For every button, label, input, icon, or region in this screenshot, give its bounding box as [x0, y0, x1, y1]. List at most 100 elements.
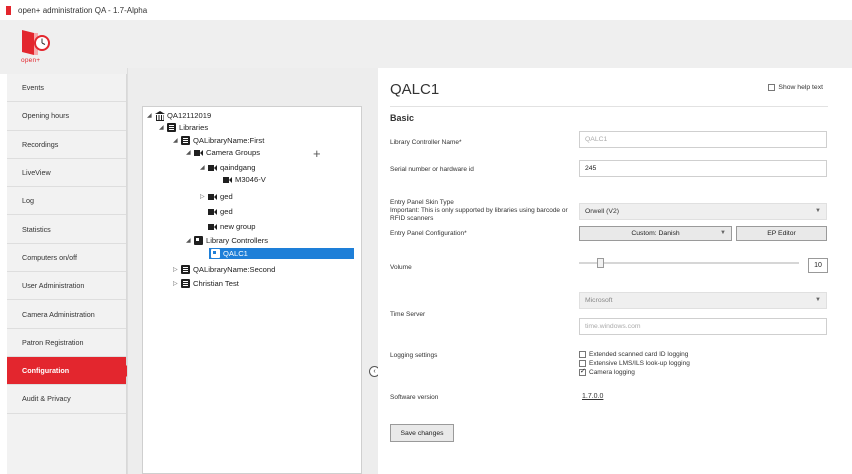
page-title: QALC1: [390, 81, 440, 98]
tree-node-label: new group: [220, 222, 256, 231]
sidebar-item-recordings[interactable]: Recordings: [7, 131, 126, 159]
sidebar-item-computers-on-off[interactable]: Computers on/off: [7, 244, 126, 273]
sidebar-item-patron-registration[interactable]: Patron Registration: [7, 329, 126, 357]
checkbox[interactable]: [579, 351, 586, 358]
tree-panel: ◢ QA12112019 ◢ Libraries ◢ QALibraryName:Fi…: [128, 68, 378, 474]
ep-editor-button[interactable]: EP Editor: [736, 226, 827, 241]
sidebar-item-label: Statistics: [22, 224, 51, 234]
tree-node-library-first[interactable]: ◢ QALibraryName:First: [173, 135, 264, 146]
controller-icon: [211, 249, 220, 258]
tree-node-label: ged: [220, 192, 233, 201]
sidebar-nav: Events Opening hours Recordings LiveView…: [7, 74, 132, 474]
logging-option-label: Extended scanned card ID logging: [589, 351, 689, 358]
sidebar-item-camera-administration[interactable]: Camera Administration: [7, 300, 126, 329]
logging-option-label: Camera logging: [589, 369, 635, 376]
logging-option-lms-lookup[interactable]: Extensive LMS/ILS look-up logging: [579, 359, 690, 368]
tree-node-label: Library Controllers: [206, 236, 269, 245]
tree-node-label: M3046-V: [235, 175, 266, 184]
tree-node-label: Libraries: [179, 123, 209, 132]
header-divider: [390, 106, 828, 107]
time-server-select[interactable]: Microsoft ▼: [579, 292, 827, 309]
sidebar-item-audit-privacy[interactable]: Audit & Privacy: [7, 385, 126, 414]
sidebar-item-configuration[interactable]: Configuration: [7, 356, 132, 386]
building-icon: [155, 111, 165, 121]
camera-group-icon: [208, 207, 217, 216]
software-version-label: Software version: [390, 394, 439, 401]
time-server-label: Time Server: [390, 311, 426, 318]
controller-icon: [194, 236, 203, 245]
camera-icon: [223, 175, 232, 184]
show-help-label: Show help text: [778, 84, 823, 91]
logging-settings-label: Logging settings: [390, 352, 438, 359]
tree-node-christian-test[interactable]: ▷ Christian Test: [173, 278, 239, 289]
collapsed-icon[interactable]: ▷: [200, 193, 208, 200]
expanded-icon[interactable]: ◢: [173, 137, 181, 144]
save-changes-button[interactable]: Save changes: [390, 424, 454, 442]
serial-label: Serial number or hardware id: [390, 166, 474, 173]
expanded-icon[interactable]: ◢: [186, 237, 194, 244]
controller-name-input[interactable]: QALC1: [579, 131, 827, 148]
camera-group-icon: [208, 163, 217, 172]
tree-node-label: ged: [220, 207, 233, 216]
sidebar-item-events[interactable]: Events: [7, 74, 126, 103]
tree-node-m3046-v[interactable]: M3046-V: [223, 174, 266, 185]
logging-option-camera[interactable]: Camera logging: [579, 367, 690, 377]
sidebar-item-label: Computers on/off: [22, 252, 78, 262]
tree-node-ged[interactable]: ged: [208, 206, 233, 217]
show-help-toggle[interactable]: Show help text: [768, 84, 823, 91]
checkbox-checked[interactable]: [579, 367, 586, 376]
skin-type-select[interactable]: Orwell (V2) ▼: [579, 203, 827, 220]
sidebar-item-label: Events: [22, 83, 44, 93]
expanded-icon[interactable]: ◢: [186, 149, 194, 156]
serial-input[interactable]: 245: [579, 160, 827, 177]
collapsed-icon[interactable]: ▷: [173, 280, 181, 287]
tree-node-root[interactable]: ◢ QA12112019: [147, 110, 211, 121]
volume-label: Volume: [390, 264, 412, 271]
sidebar-item-liveview[interactable]: LiveView: [7, 159, 126, 188]
tree-node-label: QALibraryName:Second: [193, 265, 276, 274]
door-clock-icon: [22, 30, 50, 55]
expanded-icon[interactable]: ◢: [159, 124, 167, 131]
sidebar-item-opening-hours[interactable]: Opening hours: [7, 102, 126, 131]
panel-config-label: Entry Panel Configuration*: [390, 230, 467, 237]
panel-config-value: Custom: Danish: [631, 230, 680, 237]
volume-slider-thumb[interactable]: [597, 258, 604, 268]
tree-node-library-controllers[interactable]: ◢ Library Controllers: [186, 235, 268, 246]
add-camera-group-button[interactable]: +: [313, 147, 321, 160]
checkbox[interactable]: [579, 360, 586, 367]
show-help-checkbox[interactable]: [768, 84, 776, 91]
chevron-down-icon: ▼: [720, 230, 726, 236]
camera-group-icon: [194, 148, 203, 157]
panel-config-select[interactable]: Custom: Danish ▼: [579, 226, 732, 241]
sidebar-item-statistics[interactable]: Statistics: [7, 215, 126, 244]
logging-options: Extended scanned card ID logging Extensi…: [579, 350, 690, 377]
volume-slider-track[interactable]: [579, 262, 799, 264]
expanded-icon[interactable]: ◢: [200, 164, 208, 171]
expanded-icon[interactable]: ◢: [147, 112, 155, 119]
tree-node-qalc1[interactable]: QALC1: [209, 248, 354, 259]
sidebar-item-log[interactable]: Log: [7, 187, 126, 216]
sidebar-item-label: Opening hours: [22, 111, 70, 121]
window-title: open+ administration QA - 1.7-Alpha: [18, 5, 148, 15]
sidebar-item-user-administration[interactable]: User Administration: [7, 272, 126, 301]
tree-node-camera-groups[interactable]: ◢ Camera Groups: [186, 147, 260, 158]
logging-option-label: Extensive LMS/ILS look-up logging: [589, 360, 690, 367]
software-version-link[interactable]: 1.7.0.0: [582, 393, 603, 400]
volume-value-box[interactable]: 10: [808, 258, 828, 273]
tree-node-libraries[interactable]: ◢ Libraries: [159, 122, 208, 133]
skin-type-note: Important: This is only supported by lib…: [390, 207, 568, 222]
chevron-left-icon: ‹: [373, 368, 376, 375]
tree-node-new-group[interactable]: new group: [208, 221, 255, 232]
sidebar-item-label: Patron Registration: [22, 337, 84, 347]
time-server-input[interactable]: time.windows.com: [579, 318, 827, 335]
chevron-down-icon: ▼: [815, 208, 821, 214]
tree-node-label: QALibraryName:First: [193, 136, 265, 145]
collapsed-icon[interactable]: ▷: [173, 266, 181, 273]
tree-node-library-second[interactable]: ▷ QALibraryName:Second: [173, 264, 275, 275]
time-server-select-value: Microsoft: [585, 297, 613, 304]
tree-node-qaindgang[interactable]: ◢ qaindgang: [200, 162, 255, 173]
logging-option-extended-card[interactable]: Extended scanned card ID logging: [579, 350, 690, 359]
camera-group-icon: [208, 222, 217, 231]
tree-node-ged-collapsed[interactable]: ▷ ged: [200, 191, 233, 202]
library-icon: [181, 279, 190, 288]
